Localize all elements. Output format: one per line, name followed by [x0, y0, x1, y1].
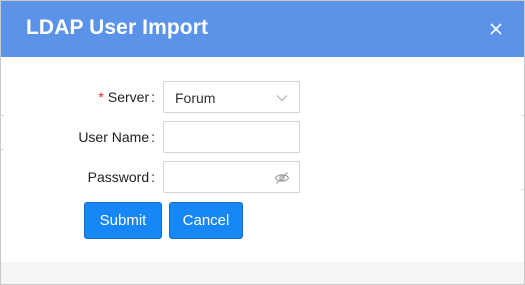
password-row: Password: — [1, 161, 524, 193]
server-select[interactable]: Forum — [163, 81, 300, 113]
dialog-title: LDAP User Import — [26, 16, 209, 39]
password-field-wrapper — [163, 161, 300, 193]
close-button[interactable] — [485, 18, 507, 40]
dialog-header: LDAP User Import — [1, 1, 524, 57]
password-label: Password: — [87, 169, 155, 185]
server-label: * Server: — [98, 89, 155, 105]
username-field-wrapper — [163, 121, 300, 153]
chevron-down-icon — [276, 95, 288, 102]
username-input[interactable] — [164, 122, 299, 152]
ldap-import-dialog: LDAP User Import * Server: Forum User Nam… — [0, 0, 525, 285]
submit-button[interactable]: Submit — [84, 202, 162, 239]
cancel-button[interactable]: Cancel — [169, 202, 243, 239]
dialog-body: * Server: Forum User Name: Password: Sub… — [1, 57, 524, 262]
server-row: * Server: Forum — [1, 81, 524, 113]
close-icon — [490, 23, 502, 35]
username-row: User Name: — [1, 121, 524, 153]
eye-hidden-icon[interactable] — [274, 170, 290, 186]
required-mark: * — [98, 89, 104, 105]
divider-right — [521, 115, 524, 116]
username-label: User Name: — [78, 129, 155, 145]
divider-left — [1, 115, 4, 116]
server-selected-value: Forum — [175, 90, 216, 106]
